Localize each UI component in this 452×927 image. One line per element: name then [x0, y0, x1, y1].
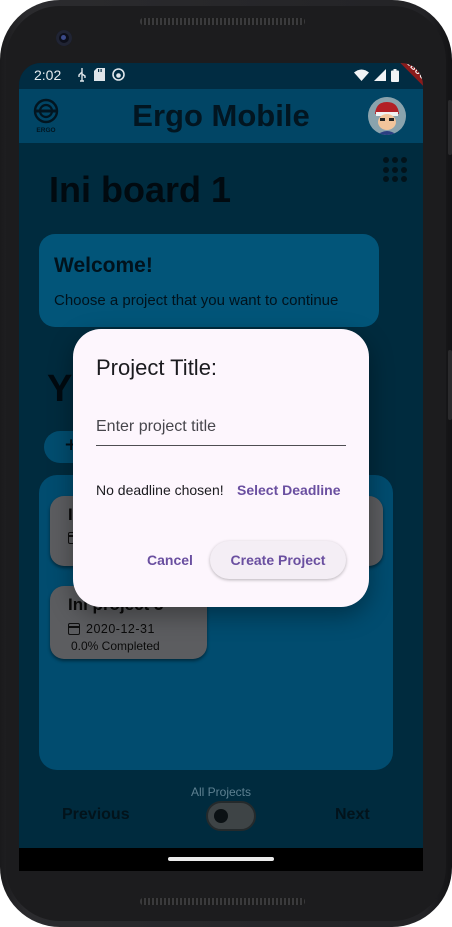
volume-button[interactable]	[448, 350, 452, 420]
dialog-title: Project Title:	[96, 355, 218, 380]
all-projects-toggle[interactable]	[206, 801, 256, 831]
app-bar: ERGO Ergo Mobile	[19, 89, 423, 143]
top-speaker	[140, 18, 305, 25]
create-project-button[interactable]: Create Project	[210, 541, 346, 579]
welcome-card: Welcome! Choose a project that you want …	[39, 234, 379, 327]
system-nav-bar	[19, 848, 423, 871]
power-button[interactable]	[448, 100, 452, 155]
usb-icon	[78, 68, 86, 82]
sync-icon	[112, 68, 125, 81]
toggle-knob	[214, 809, 228, 823]
status-right-icons	[354, 69, 399, 82]
all-projects-label: All Projects	[190, 785, 252, 799]
front-camera-icon	[56, 30, 72, 46]
status-bar: 2:02	[19, 63, 423, 89]
next-button[interactable]: Next	[335, 806, 370, 824]
deadline-status: No deadline chosen!	[96, 482, 224, 498]
status-time: 2:02	[34, 67, 62, 83]
welcome-title: Welcome!	[54, 254, 153, 277]
status-left-icons	[77, 68, 125, 82]
projects-heading: Y	[47, 368, 73, 410]
wifi-icon	[354, 69, 369, 81]
app-title: Ergo Mobile	[132, 98, 310, 133]
previous-button[interactable]: Previous	[62, 806, 130, 824]
project-title-input[interactable]	[96, 409, 346, 446]
sd-card-icon	[94, 68, 105, 81]
welcome-subtitle: Choose a project that you want to contin…	[54, 292, 339, 309]
battery-icon	[391, 69, 399, 82]
cancel-button[interactable]: Cancel	[136, 541, 204, 579]
calendar-icon	[68, 623, 80, 635]
project-date-row: 2020-12-31	[68, 622, 155, 636]
avatar[interactable]	[368, 97, 406, 135]
project-completion: 0.0% Completed	[71, 639, 160, 653]
project-date: 2020-12-31	[86, 622, 155, 636]
new-project-dialog: Project Title: No deadline chosen! Selec…	[73, 329, 369, 607]
avatar-icon	[368, 97, 406, 135]
signal-icon	[374, 69, 386, 81]
device-stage: 2:02 ERGO Ergo Mobile DEBUG Ini board 1 …	[0, 0, 452, 927]
home-indicator[interactable]	[168, 857, 274, 861]
bottom-speaker	[140, 898, 305, 905]
board-title: Ini board 1	[49, 169, 232, 210]
grid-dots-icon[interactable]	[383, 157, 409, 183]
select-deadline-button[interactable]: Select Deadline	[230, 475, 348, 505]
